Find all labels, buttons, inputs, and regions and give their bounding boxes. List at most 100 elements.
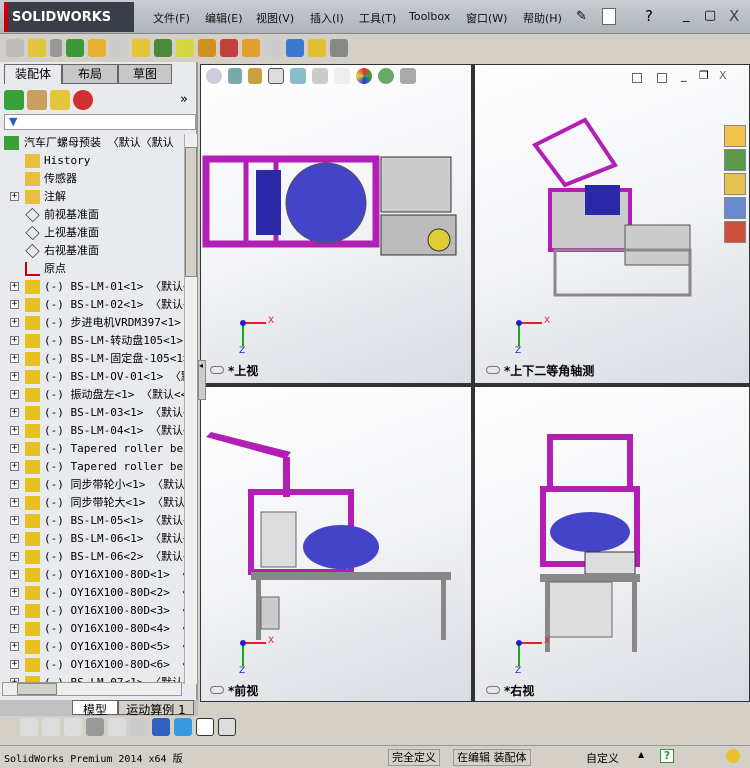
insert-component-icon[interactable] <box>6 39 24 57</box>
pattern-icon[interactable] <box>66 39 84 57</box>
tree-item[interactable]: 传感器 <box>2 170 184 188</box>
tree-item[interactable]: + (-) 振动盘左<1> 〈默认<< <box>2 386 184 404</box>
expand-icon[interactable]: + <box>10 282 19 291</box>
top-view-icon[interactable] <box>152 718 170 736</box>
expand-icon[interactable]: + <box>10 516 19 525</box>
interference-icon[interactable] <box>286 39 304 57</box>
tree-item[interactable]: + (-) BS-LM-01<1> 〈默认<< <box>2 278 184 296</box>
shaded-view-icon[interactable] <box>174 718 192 736</box>
expand-icon[interactable]: + <box>10 444 19 453</box>
h-scrollbar-thumb[interactable] <box>17 683 57 695</box>
expand-icon[interactable]: + <box>10 570 19 579</box>
isolate-icon[interactable] <box>20 718 38 736</box>
property-manager-icon[interactable] <box>27 90 47 110</box>
split-right-icon[interactable] <box>657 73 667 83</box>
zoom-area-icon[interactable] <box>228 68 242 84</box>
tree-item[interactable]: + (-) BS-LM-05<1> 〈默认<< <box>2 512 184 530</box>
tab-sketch[interactable]: 草图 <box>118 64 172 84</box>
tree-horizontal-scrollbar[interactable] <box>2 682 182 696</box>
grid-icon[interactable] <box>108 718 126 736</box>
clearance-icon[interactable] <box>308 39 326 57</box>
status-units[interactable]: 自定义 <box>586 750 619 766</box>
appearance-icon[interactable] <box>64 718 82 736</box>
task-pane-design-library-icon[interactable] <box>724 149 746 171</box>
tree-item[interactable]: + (-) BS-LM-OV-01<1> 〈默认 <box>2 368 184 386</box>
expand-icon[interactable]: + <box>10 318 19 327</box>
link-view-icon[interactable] <box>210 366 224 374</box>
tree-item[interactable]: 右视基准面 <box>2 242 184 260</box>
configuration-manager-icon[interactable] <box>50 90 70 110</box>
tab-motion-study[interactable]: 运动算例 1 <box>118 700 194 717</box>
expand-icon[interactable]: + <box>10 606 19 615</box>
menu-item-7[interactable]: 帮助(H) <box>523 10 562 26</box>
explode-line-icon[interactable] <box>264 39 282 57</box>
tree-item[interactable]: 上视基准面 <box>2 224 184 242</box>
tree-item[interactable]: + (-) BS-LM-03<1> 〈默认<< <box>2 404 184 422</box>
collapse-panel-handle[interactable]: ◂ <box>198 360 206 400</box>
tree-item[interactable]: + (-) OY16X100-80D<6> 〈默 <box>2 656 184 674</box>
exploded-view-icon[interactable] <box>242 39 260 57</box>
link-view-icon[interactable] <box>210 686 224 694</box>
new-part-icon[interactable] <box>28 39 46 57</box>
table-icon[interactable] <box>196 718 214 736</box>
help-icon[interactable]: ? <box>645 7 653 25</box>
expand-icon[interactable]: + <box>10 336 19 345</box>
menu-item-2[interactable]: 视图(V) <box>256 10 294 26</box>
reference-geometry-icon[interactable] <box>176 39 194 57</box>
document-icon[interactable] <box>218 718 236 736</box>
box-icon[interactable] <box>42 718 60 736</box>
apply-scene-icon[interactable] <box>378 68 394 84</box>
new-document-icon[interactable] <box>602 8 616 25</box>
lines-icon[interactable] <box>86 718 104 736</box>
expand-icon[interactable]: + <box>10 534 19 543</box>
filter-bar[interactable]: ▼ <box>4 114 196 130</box>
tree-item[interactable]: + (-) 步进电机VRDM397<1> <box>2 314 184 332</box>
expand-icon[interactable]: + <box>10 642 19 651</box>
tree-item[interactable]: + (-) 同步带轮大<1> 〈默认 <box>2 494 184 512</box>
tree-item[interactable]: + (-) OY16X100-80D<1> 〈默 <box>2 566 184 584</box>
graphics-area[interactable]: _ ❐ X *上视 X Z *上下二等角轴测 X Z *前视 X Z *右视 X Z <box>200 64 750 702</box>
expand-icon[interactable]: + <box>10 300 19 309</box>
hide-show-icon[interactable] <box>334 68 350 84</box>
expand-icon[interactable]: + <box>10 552 19 561</box>
tree-item[interactable]: + (-) OY16X100-80D<5> 〈默 <box>2 638 184 656</box>
tree-item[interactable]: + (-) BS-LM-06<2> 〈默认<< <box>2 548 184 566</box>
expand-icon[interactable]: + <box>10 660 19 669</box>
new-motion-study-icon[interactable] <box>198 39 216 57</box>
tree-item[interactable]: + (-) BS-LM-06<1> 〈默认<< <box>2 530 184 548</box>
expand-icon[interactable]: + <box>10 408 19 417</box>
viewport-minimize-button[interactable]: _ <box>681 69 687 82</box>
scrollbar-thumb[interactable] <box>185 147 197 277</box>
assembly-features-icon[interactable] <box>154 39 172 57</box>
pin-icon[interactable]: ✎ <box>576 9 587 24</box>
task-pane-view-palette-icon[interactable] <box>724 197 746 219</box>
tree-item[interactable]: + (-) 同步带轮小<1> 〈默认 <box>2 476 184 494</box>
tree-item[interactable]: History <box>2 152 184 170</box>
tree-item[interactable]: 前视基准面 <box>2 206 184 224</box>
restore-button[interactable]: ▢ <box>704 8 716 23</box>
expand-icon[interactable]: + <box>10 462 19 471</box>
tree-item[interactable]: + (-) BS-LM-固定盘-105<1> <box>2 350 184 368</box>
menu-item-0[interactable]: 文件(F) <box>153 10 190 26</box>
menu-item-5[interactable]: Toolbox <box>409 10 450 23</box>
tree-item[interactable]: + (-) Tapered roller bear <box>2 440 184 458</box>
expand-icon[interactable]: + <box>10 624 19 633</box>
tree-root-assembly[interactable]: 汽车厂螺母预装 〈默认〈默认 <box>2 134 184 152</box>
viewport-close-button[interactable]: X <box>719 69 727 82</box>
minimize-button[interactable]: _ <box>683 8 690 23</box>
zoom-to-fit-icon[interactable] <box>206 68 222 84</box>
menu-item-4[interactable]: 工具(T) <box>359 10 396 26</box>
tab-layout[interactable]: 布局 <box>62 64 118 84</box>
split-left-icon[interactable] <box>632 73 642 83</box>
expand-icon[interactable]: + <box>10 480 19 489</box>
tab-model[interactable]: 模型 <box>72 700 118 717</box>
display-style-icon[interactable] <box>312 68 328 84</box>
task-pane-file-explorer-icon[interactable] <box>724 173 746 195</box>
tree-item[interactable]: + (-) BS-LM-02<1> 〈默认<< <box>2 296 184 314</box>
filter-icon[interactable]: ▼ <box>5 115 17 128</box>
edit-appearance-icon[interactable] <box>356 68 372 84</box>
task-pane-home-icon[interactable] <box>724 125 746 147</box>
viewport-restore-button[interactable]: ❐ <box>699 69 709 82</box>
expand-icon[interactable]: + <box>10 192 19 201</box>
bill-of-materials-icon[interactable] <box>220 39 238 57</box>
